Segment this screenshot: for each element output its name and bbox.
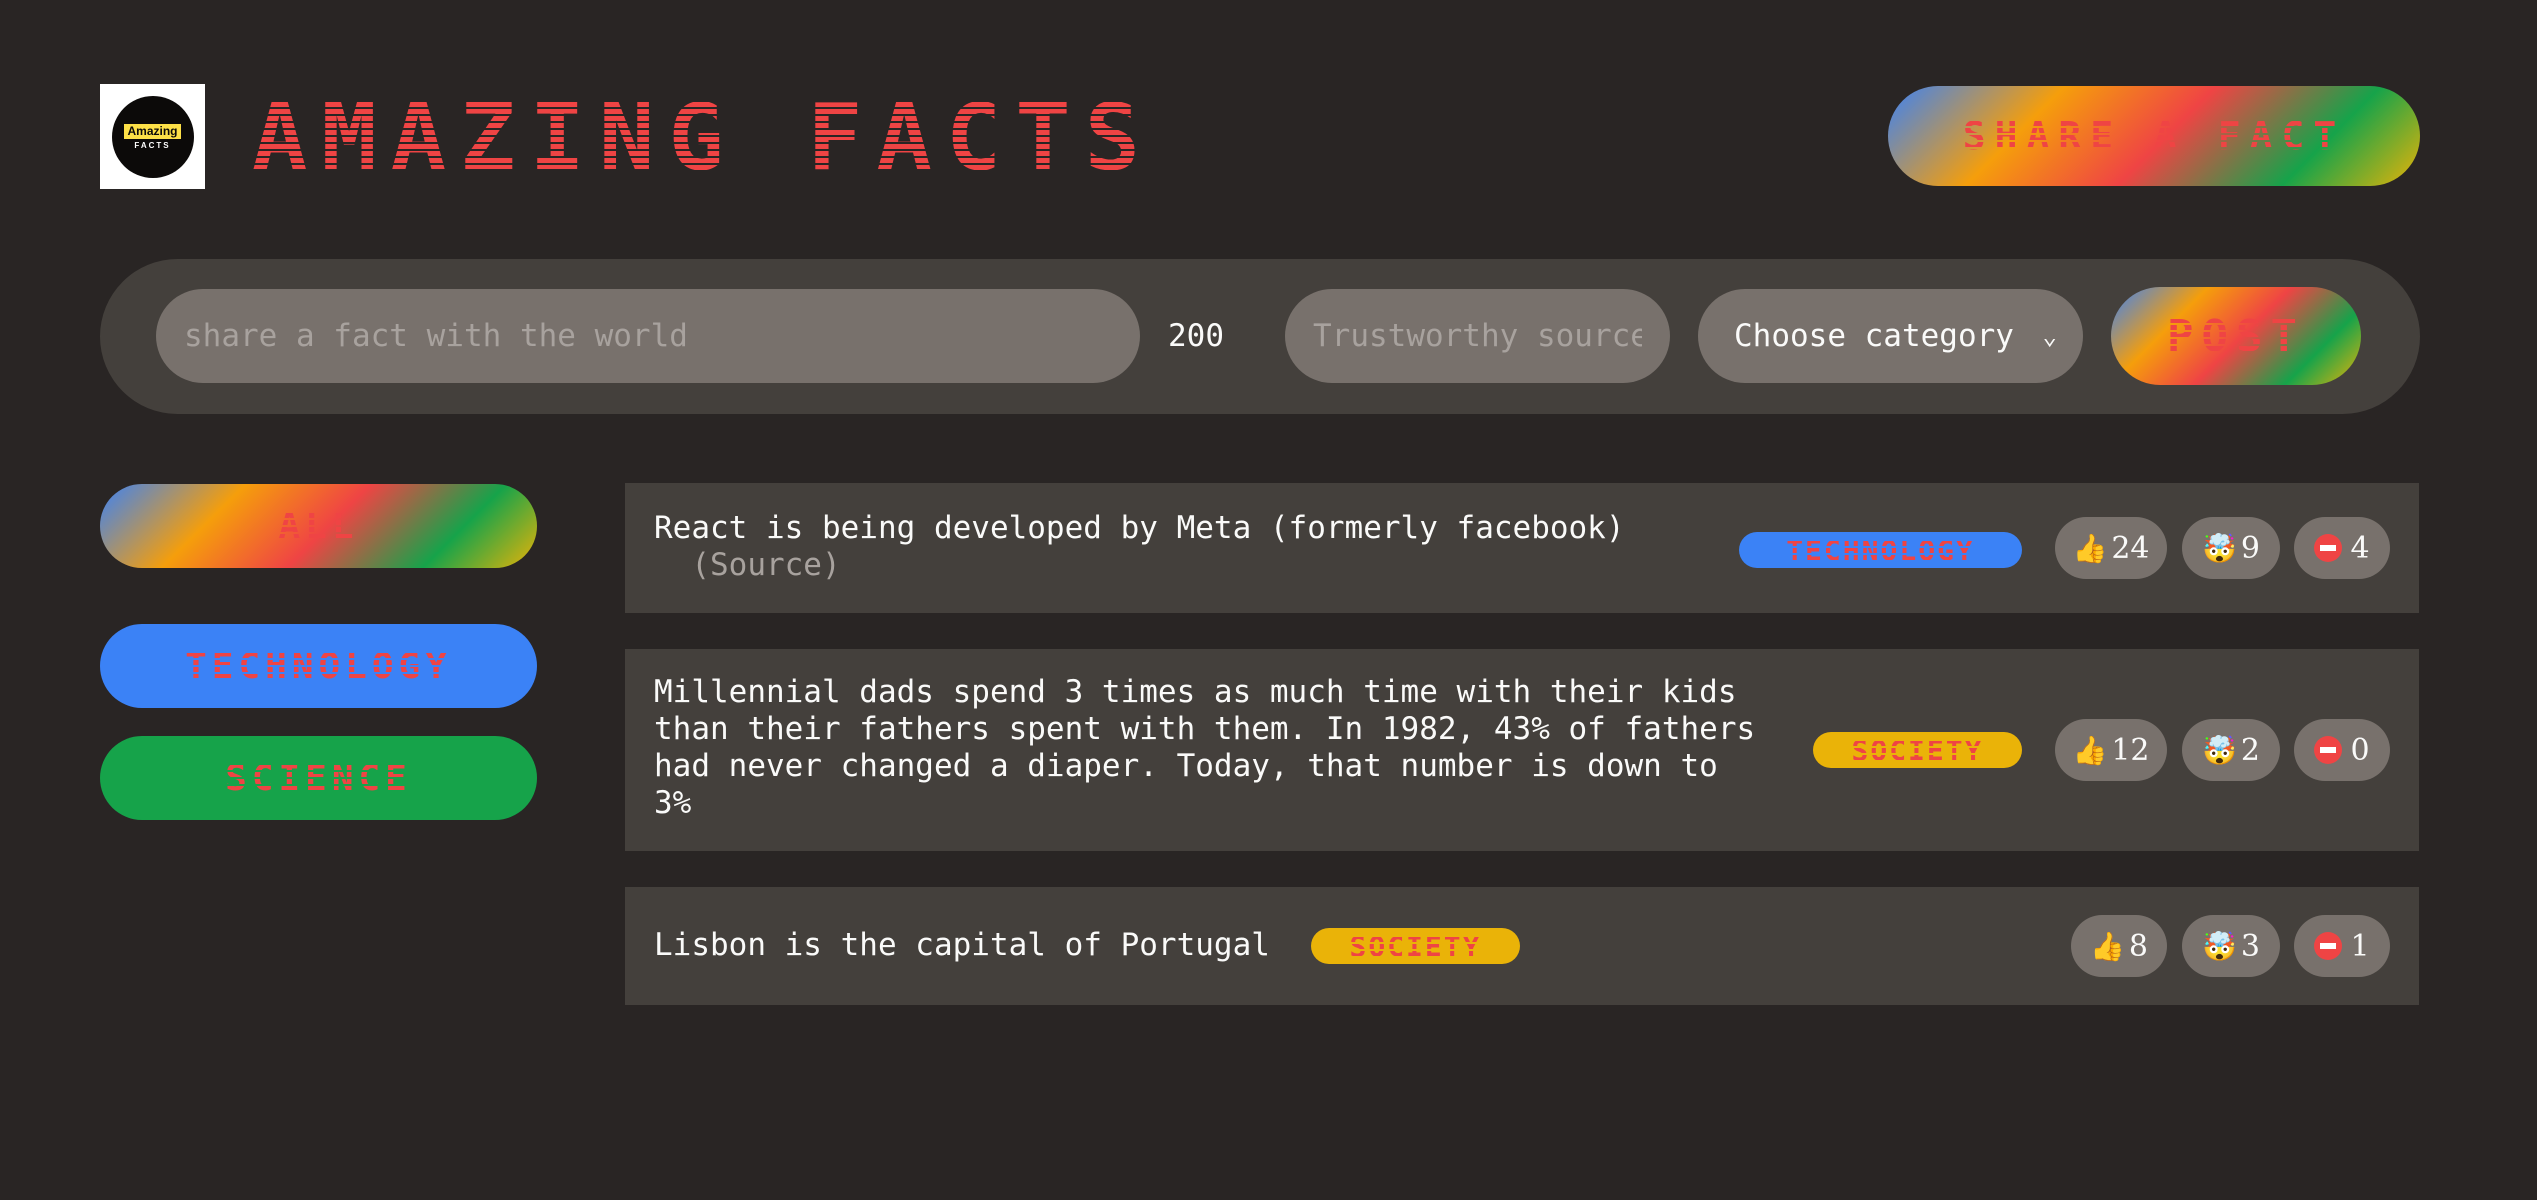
vote-count: 0 [2350, 732, 2370, 768]
category-tag-label: SOCIETY [1851, 733, 1984, 767]
fact-text-line: React is being developed by Meta (former… [654, 510, 1625, 546]
vote-interesting-button[interactable]: 👍 8 [2071, 915, 2167, 977]
page-title: AMAZING FACTS [252, 84, 1155, 191]
vote-false-button[interactable]: 1 [2294, 915, 2390, 977]
vote-false-button[interactable]: 4 [2294, 517, 2390, 579]
logo: Amazing FACTS [100, 84, 205, 189]
post-button-label: POST [2167, 310, 2305, 362]
vote-interesting-button[interactable]: 👍 12 [2055, 719, 2167, 781]
fact-text-line: than their fathers spent with them. In 1… [654, 711, 1756, 747]
fact-text: Lisbon is the capital of Portugal [654, 927, 1270, 964]
vote-interesting-button[interactable]: 👍 24 [2055, 517, 2167, 579]
fact-text-input[interactable] [156, 289, 1140, 383]
vote-false-button[interactable]: 0 [2294, 719, 2390, 781]
category-button-science[interactable]: SCIENCE [100, 736, 537, 820]
vote-mindblowing-button[interactable]: 🤯 9 [2182, 517, 2280, 579]
share-fact-label: SHARE A FACT [1962, 114, 2346, 158]
logo-text-bottom: FACTS [134, 140, 171, 150]
chevron-down-icon: ⌄ [2042, 322, 2057, 350]
vote-count: 3 [2240, 928, 2260, 964]
category-tag: SOCIETY [1311, 928, 1520, 964]
category-tag-label: SOCIETY [1349, 929, 1482, 963]
fact-text-line: 3% [654, 785, 692, 821]
source-input[interactable] [1285, 289, 1670, 383]
vote-mindblowing-button[interactable]: 🤯 3 [2182, 915, 2280, 977]
fact-item: React is being developed by Meta (former… [625, 483, 2419, 613]
category-button-technology[interactable]: TECHNOLOGY [100, 624, 537, 708]
category-tag: TECHNOLOGY [1739, 532, 2022, 568]
thumbs-up-icon: 👍 [2072, 531, 2108, 565]
share-fact-button[interactable]: SHARE A FACT [1888, 86, 2420, 186]
category-button-label: ALL [278, 505, 359, 547]
category-button-label: SCIENCE [225, 757, 412, 799]
vote-count: 12 [2111, 732, 2150, 768]
category-tag-label: TECHNOLOGY [1786, 533, 1975, 567]
fact-item: Millennial dads spend 3 times as much ti… [625, 649, 2419, 851]
exploding-head-icon: 🤯 [2202, 929, 2237, 963]
category-button-label: TECHNOLOGY [185, 645, 452, 687]
vote-count: 9 [2240, 530, 2260, 566]
post-button[interactable]: POST [2111, 287, 2361, 385]
category-button-all[interactable]: ALL [100, 484, 537, 568]
no-entry-icon [2314, 736, 2343, 764]
no-entry-icon [2314, 534, 2343, 562]
no-entry-icon [2314, 932, 2343, 960]
vote-count: 2 [2240, 732, 2260, 768]
fact-form: 200 Choose category ⌄ POST [100, 259, 2420, 414]
fact-text: Millennial dads spend 3 times as much ti… [654, 674, 1755, 822]
category-tag: SOCIETY [1813, 732, 2022, 768]
vote-count: 1 [2350, 928, 2370, 964]
vote-count: 8 [2128, 928, 2148, 964]
fact-text-line: had never changed a diaper. Today, that … [654, 748, 1718, 784]
fact-item: Lisbon is the capital of Portugal SOCIET… [625, 887, 2419, 1005]
vote-count: 24 [2111, 530, 2150, 566]
logo-text-top: Amazing [124, 123, 181, 139]
exploding-head-icon: 🤯 [2202, 733, 2237, 767]
exploding-head-icon: 🤯 [2202, 531, 2237, 565]
thumbs-up-icon: 👍 [2090, 929, 2125, 963]
vote-count: 4 [2350, 530, 2370, 566]
logo-badge: Amazing FACTS [111, 95, 194, 178]
fact-text-line: Lisbon is the capital of Portugal [654, 927, 1270, 963]
thumbs-up-icon: 👍 [2072, 733, 2108, 767]
character-count: 200 [1168, 318, 1224, 354]
category-select[interactable]: Choose category ⌄ [1698, 289, 2083, 383]
source-link[interactable]: (Source) [691, 547, 840, 583]
header: Amazing FACTS AMAZING FACTS SHARE A FACT [100, 84, 2420, 189]
fact-text-line: Millennial dads spend 3 times as much ti… [654, 674, 1737, 710]
category-select-value: Choose category [1734, 318, 2014, 354]
fact-text: React is being developed by Meta (former… [654, 510, 1625, 584]
vote-mindblowing-button[interactable]: 🤯 2 [2182, 719, 2280, 781]
